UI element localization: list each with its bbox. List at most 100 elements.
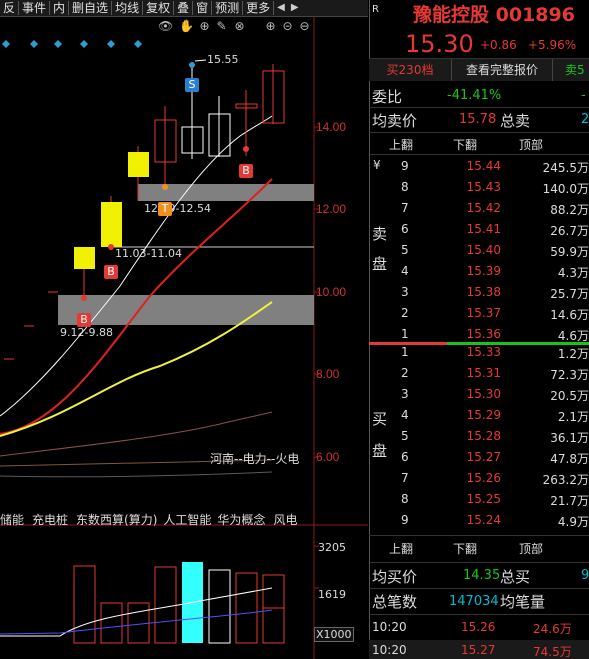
concept-tag[interactable]: 风电 [273, 513, 297, 527]
volume-bar [127, 602, 150, 644]
signal-dot [81, 295, 87, 301]
volume-bar [262, 607, 285, 644]
bid-row[interactable]: 5 15.28 36.1万 [369, 426, 589, 447]
volume-bar [154, 566, 177, 644]
toolbar-item-window[interactable]: 窗 [193, 1, 213, 15]
zone-label-mid: 11.03-11.04 [115, 247, 182, 260]
signal-dot [162, 184, 168, 190]
volume-bar [208, 569, 231, 644]
event-diamond [107, 40, 115, 48]
toolbar-item-overlay[interactable]: 叠 [174, 1, 194, 15]
event-diamonds [2, 40, 142, 48]
candle [128, 152, 149, 177]
toolbar-item-more[interactable]: 更多 [243, 1, 275, 15]
toolbar-prev-arrow[interactable]: ◀ [274, 1, 288, 15]
bid-row[interactable]: 4 15.29 2.1万 [369, 405, 589, 426]
avg-trade-label: 均笔量 [500, 593, 546, 611]
ask-row[interactable]: 4 15.39 4.3万 [369, 261, 589, 282]
candle [101, 202, 122, 247]
concept-tag[interactable]: 储能 [0, 513, 24, 527]
toolbar-item-ma[interactable]: 均线 [112, 1, 144, 15]
bid-row[interactable]: 1 15.33 1.2万 [369, 342, 589, 363]
bid-row[interactable]: 9 15.24 4.9万 [369, 510, 589, 531]
total-buy-value: 9 [581, 568, 589, 583]
vol-ma-white [0, 587, 273, 637]
ask-top[interactable]: 顶部 [519, 136, 543, 153]
high-dot [189, 62, 195, 68]
tab-buy-levels[interactable]: 买230档 [369, 59, 452, 81]
bid-row[interactable]: 6 15.27 47.8万 [369, 447, 589, 468]
stock-code: 001896 [495, 4, 575, 26]
toolbar-next-arrow[interactable]: ▶ [288, 1, 302, 15]
bid-top[interactable]: 顶部 [519, 540, 543, 557]
price-label: 12.00 [316, 202, 347, 216]
support-zone-lower [58, 295, 314, 325]
toolbar-item-inner[interactable]: 内 [50, 1, 70, 15]
ask-row[interactable]: 5 15.40 59.9万 [369, 240, 589, 261]
quote-tabs: 买230档 查看完整报价 卖5 [369, 59, 589, 81]
bid-row[interactable]: 3 15.30 20.5万 [369, 384, 589, 405]
concept-tag[interactable]: 人工智能 [163, 513, 211, 527]
signal-dot [108, 244, 114, 250]
candle [74, 247, 95, 269]
volume-unit: X1000 [314, 627, 354, 642]
zone-label-lower: 9.12-9.88 [60, 326, 113, 339]
bid-page-up[interactable]: 上翻 [389, 540, 413, 557]
weibi-value: -41.41% [447, 88, 502, 103]
total-sell-value: 2 [581, 112, 589, 127]
ask-row[interactable]: 9 15.44 245.5万 [369, 156, 589, 177]
signal-dot [243, 146, 249, 152]
event-diamond [54, 40, 62, 48]
tick-row[interactable]: 10:20 15.26 24.6万 [369, 617, 589, 637]
bid-row[interactable]: 8 15.25 21.7万 [369, 489, 589, 510]
ask-row[interactable]: 2 15.37 14.6万 [369, 303, 589, 324]
toolbar-item-fan[interactable]: 反 [0, 1, 20, 15]
toolbar-item-adjust[interactable]: 复权 [143, 1, 175, 15]
concept-tags: 储能 充电桩 东数西算(算力) 人工智能 华为概念 风电 [0, 511, 314, 527]
price-change: +0.86 [480, 38, 517, 52]
sector-label: 河南--电力--火电 [210, 452, 300, 466]
avg-buy-value: 14.35 [463, 568, 501, 583]
trading-window: 反 事件 内 删自选 均线 复权 叠 窗 预测 更多 ◀ ▶ 👁 ✋ ⊕ ✎ ⊗… [0, 0, 589, 659]
sell-marker[interactable]: S [185, 78, 199, 92]
concept-tag[interactable]: 充电桩 [32, 513, 68, 527]
ask-page-up[interactable]: 上翻 [389, 136, 413, 153]
ask-row[interactable]: 7 15.42 88.2万 [369, 198, 589, 219]
tab-full-quote[interactable]: 查看完整报价 [452, 59, 553, 81]
volume-bar [235, 572, 258, 644]
avg-sell-label: 均卖价 [372, 112, 418, 130]
buy-marker[interactable]: B [239, 164, 253, 178]
event-diamond [134, 40, 142, 48]
stock-name: 豫能控股 001896 [413, 4, 575, 26]
bid-row[interactable]: 7 15.26 263.2万 [369, 468, 589, 489]
tab-sell-levels[interactable]: 卖5 [565, 59, 589, 81]
toolbar-item-predict[interactable]: 预测 [212, 1, 244, 15]
price-label: 14.00 [316, 120, 347, 134]
total-buy-label: 总买 [500, 568, 531, 586]
bid-page-down[interactable]: 下翻 [453, 540, 477, 557]
avg-sell-value: 15.78 [459, 112, 497, 127]
tick-row[interactable]: 10:20 15.27 74.5万 [369, 640, 589, 659]
event-diamond [30, 40, 38, 48]
zone-label-upper: 12.79-12.54 [144, 202, 211, 215]
price-label: 8.00 [316, 367, 340, 381]
concept-tag[interactable]: 华为概念 [217, 513, 265, 527]
weibi-label: 委比 [372, 88, 403, 106]
ask-row[interactable]: 3 15.38 25.7万 [369, 282, 589, 303]
t-marker[interactable]: T [158, 202, 172, 216]
toolbar-item-remove-watchlist[interactable]: 删自选 [69, 1, 113, 15]
ask-row[interactable]: 6 15.41 26.7万 [369, 219, 589, 240]
toolbar-item-events[interactable]: 事件 [19, 1, 51, 15]
ask-page-down[interactable]: 下翻 [453, 136, 477, 153]
buy-marker[interactable]: B [104, 265, 118, 279]
ask-row[interactable]: 8 15.43 140.0万 [369, 177, 589, 198]
r-label: R [372, 4, 379, 15]
event-diamond [2, 40, 10, 48]
kline-chart[interactable] [0, 16, 368, 659]
concept-tag[interactable]: 东数西算(算力) [76, 513, 157, 527]
price-change-pct: +5.96% [528, 38, 577, 52]
total-trades-label: 总笔数 [372, 593, 418, 611]
buy-marker[interactable]: B [77, 313, 91, 327]
avg-buy-label: 均买价 [372, 568, 418, 586]
bid-row[interactable]: 2 15.31 72.3万 [369, 363, 589, 384]
